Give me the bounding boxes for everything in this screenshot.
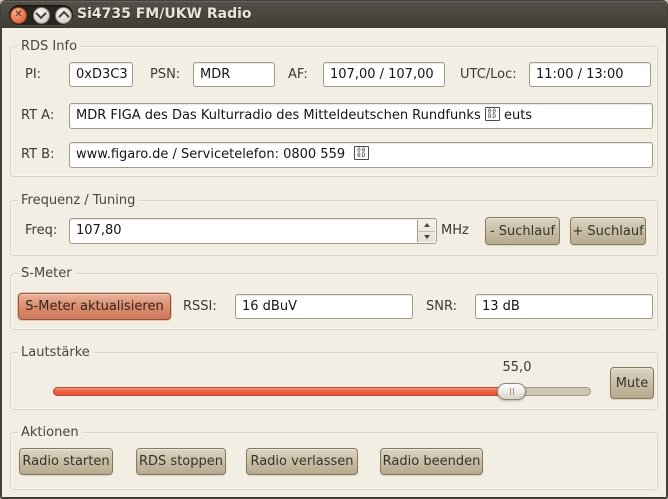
missing-glyph-box: 008D: [354, 146, 369, 160]
utc-loc-label: UTC/Loc:: [460, 67, 517, 82]
rt-a-text: MDR FIGA des Das Kulturradio des Mitteld…: [76, 108, 481, 123]
freq-value: 107,80: [76, 223, 122, 238]
window-controls: ✕: [9, 5, 73, 25]
smeter-group-title: S-Meter: [18, 265, 75, 282]
rds-info-group: RDS Info PI: 0xD3C3 PSN: MDR AF: 107,00 …: [10, 46, 658, 177]
rds-info-group-title: RDS Info: [18, 38, 80, 55]
volume-group-title: Lautstärke: [18, 344, 93, 361]
leave-radio-button[interactable]: Radio verlassen: [246, 448, 358, 475]
freq-spinbox[interactable]: 107,80: [69, 218, 437, 244]
tuning-group-title: Frequenz / Tuning: [18, 192, 138, 209]
af-label: AF:: [288, 67, 308, 82]
stop-rds-button[interactable]: RDS stoppen: [136, 448, 226, 475]
rssi-field[interactable]: 16 dBuV: [235, 294, 413, 319]
pi-field[interactable]: 0xD3C3: [69, 62, 133, 87]
volume-group: Lautstärke 55,0 Mute: [10, 352, 658, 410]
seek-up-button[interactable]: + Suchlauf: [570, 217, 646, 245]
freq-label: Freq:: [25, 223, 57, 238]
mhz-unit-label: MHz: [441, 223, 469, 238]
arrow-down-icon: [424, 235, 430, 239]
quit-radio-button[interactable]: Radio beenden: [380, 448, 483, 475]
volume-slider-fill: [53, 387, 515, 396]
rt-b-label: RT B:: [21, 147, 54, 162]
actions-group-title: Aktionen: [18, 424, 82, 441]
missing-glyph-box: 008D: [485, 107, 500, 121]
spin-down-button[interactable]: [418, 232, 435, 243]
rt-b-text: www.figaro.de / Servicetelefon: 0800 559: [76, 147, 345, 162]
volume-slider-handle[interactable]: [497, 383, 526, 400]
minimize-icon[interactable]: [33, 7, 50, 24]
rt-a-label: RT A:: [21, 108, 54, 123]
rt-a-text-tail: euts: [504, 108, 532, 123]
pi-label: PI:: [25, 67, 41, 82]
actions-group: Aktionen Radio starten RDS stoppen Radio…: [10, 432, 658, 490]
window-title: Si4735 FM/UKW Radio: [77, 6, 252, 22]
snr-field[interactable]: 13 dB: [475, 294, 653, 319]
volume-slider-track[interactable]: [53, 387, 591, 396]
start-radio-button[interactable]: Radio starten: [19, 448, 113, 475]
titlebar[interactable]: ✕ Si4735 FM/UKW Radio: [1, 1, 667, 28]
utc-loc-field[interactable]: 11:00 / 13:00: [529, 62, 651, 87]
psn-label: PSN:: [150, 67, 180, 82]
volume-value-label: 55,0: [497, 360, 537, 375]
rt-b-field[interactable]: www.figaro.de / Servicetelefon: 0800 559…: [69, 142, 653, 168]
main-content: RDS Info PI: 0xD3C3 PSN: MDR AF: 107,00 …: [2, 28, 666, 497]
psn-field[interactable]: MDR: [193, 62, 275, 87]
seek-down-button[interactable]: - Suchlauf: [485, 217, 560, 245]
spin-up-button[interactable]: [418, 220, 435, 232]
snr-label: SNR:: [426, 299, 457, 314]
close-icon[interactable]: ✕: [10, 7, 27, 24]
maximize-icon[interactable]: [55, 7, 72, 24]
chevron-down-icon: [35, 8, 46, 19]
af-field[interactable]: 107,00 / 107,00: [323, 62, 445, 87]
tuning-group: Frequenz / Tuning Freq: 107,80 MHz - Suc…: [10, 200, 658, 256]
rt-a-field[interactable]: MDR FIGA des Das Kulturradio des Mitteld…: [69, 103, 653, 129]
smeter-group: S-Meter S-Meter aktualisieren RSSI: 16 d…: [10, 273, 658, 330]
smeter-refresh-button[interactable]: S-Meter aktualisieren: [18, 293, 171, 320]
mute-button[interactable]: Mute: [610, 367, 654, 399]
arrow-up-icon: [424, 223, 430, 227]
freq-spin-buttons: [417, 220, 435, 242]
chevron-up-icon: [58, 11, 69, 22]
app-window: ✕ Si4735 FM/UKW Radio RDS Info PI: 0xD3C…: [0, 0, 668, 499]
rssi-label: RSSI:: [183, 299, 217, 314]
